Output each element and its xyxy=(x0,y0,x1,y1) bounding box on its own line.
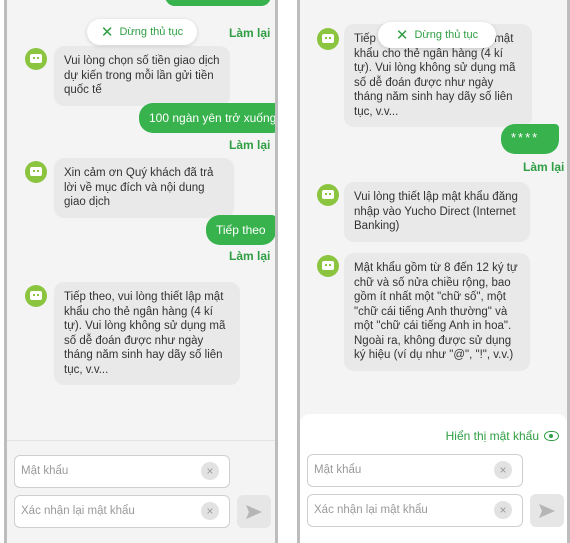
confirm-password-field[interactable]: Xác nhận lại mật khẩu × xyxy=(307,494,523,527)
left-chat-panel: ✕ Dừng thủ tục Làm lại Vui lòng chọn số … xyxy=(4,0,278,543)
right-chat-panel: Tiếp theo, vui lòng thiết lập mật khẩu c… xyxy=(297,0,570,543)
redo-link[interactable]: Làm lại xyxy=(229,26,270,40)
close-icon: ✕ xyxy=(395,26,409,44)
clear-icon[interactable]: × xyxy=(201,462,219,480)
user-message: 100 ngàn yên trở xuống xyxy=(139,103,275,133)
redo-link[interactable]: Làm lại xyxy=(229,138,270,152)
confirm-password-field[interactable]: Xác nhận lại mật khẩu × xyxy=(14,495,230,528)
bot-message: Vui lòng chọn số tiền giao dịch dự kiến … xyxy=(54,46,230,106)
bot-message: Tiếp theo, vui lòng thiết lập mật khẩu c… xyxy=(54,282,240,385)
eye-icon xyxy=(544,431,559,441)
user-message: Tiếp theo xyxy=(206,215,275,245)
clear-icon[interactable]: × xyxy=(201,502,219,520)
bot-message: Mật khẩu gồm từ 8 đến 12 ký tự chữ và số… xyxy=(344,253,530,371)
input-area: Mật khẩu × Xác nhận lại mật khẩu × xyxy=(7,440,275,543)
confirm-password-placeholder: Xác nhận lại mật khẩu xyxy=(314,504,428,516)
send-icon xyxy=(246,504,262,519)
bot-avatar-icon xyxy=(25,161,47,183)
show-password-toggle[interactable]: Hiển thị mật khẩu xyxy=(446,429,559,443)
clear-icon[interactable]: × xyxy=(494,501,512,519)
user-bubble-partial xyxy=(165,0,271,6)
bot-avatar-icon xyxy=(317,28,339,50)
bot-avatar-icon xyxy=(25,285,47,307)
password-field[interactable]: Mật khẩu × xyxy=(14,455,230,488)
clear-icon[interactable]: × xyxy=(494,461,512,479)
stop-procedure-button[interactable]: ✕ Dừng thủ tục xyxy=(87,19,197,45)
redo-link[interactable]: Làm lại xyxy=(229,249,270,263)
user-message-masked: **** xyxy=(501,124,559,154)
password-placeholder: Mật khẩu xyxy=(21,465,69,477)
bot-message: Xin cảm ơn Quý khách đã trả lời về mục đ… xyxy=(54,158,234,218)
close-icon: ✕ xyxy=(100,23,114,41)
stop-procedure-button[interactable]: ✕ Dừng thủ tục xyxy=(378,22,496,48)
bot-message: Vui lòng thiết lập mật khẩu đăng nhập và… xyxy=(344,182,530,242)
bot-avatar-icon xyxy=(25,48,47,70)
input-area: Hiển thị mật khẩu Mật khẩu × Xác nhận lạ… xyxy=(300,420,567,543)
redo-link[interactable]: Làm lại xyxy=(523,160,564,174)
confirm-password-placeholder: Xác nhận lại mật khẩu xyxy=(21,505,135,517)
stop-procedure-label: Dừng thủ tục xyxy=(119,26,184,38)
send-button[interactable] xyxy=(237,495,271,528)
send-icon xyxy=(539,503,555,518)
bot-avatar-icon xyxy=(317,184,339,206)
password-placeholder: Mật khẩu xyxy=(314,464,362,476)
password-field[interactable]: Mật khẩu × xyxy=(307,454,523,487)
send-button[interactable] xyxy=(530,494,564,527)
show-password-label: Hiển thị mật khẩu xyxy=(445,429,539,443)
bot-avatar-icon xyxy=(317,255,339,277)
stop-procedure-label: Dừng thủ tục xyxy=(414,29,479,41)
